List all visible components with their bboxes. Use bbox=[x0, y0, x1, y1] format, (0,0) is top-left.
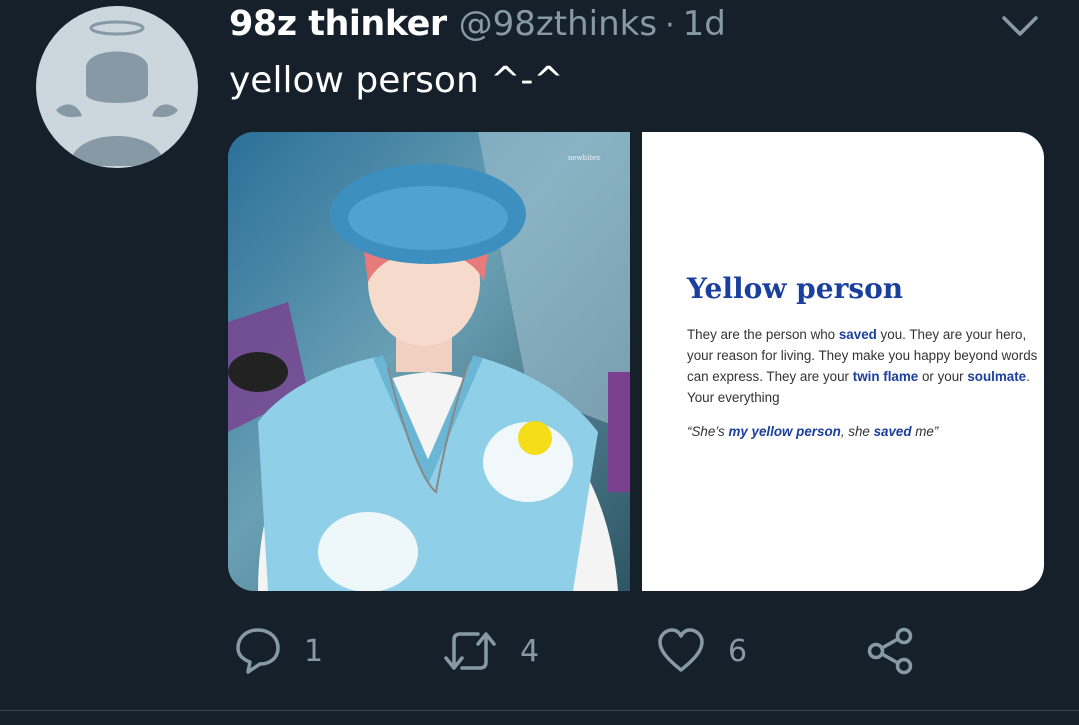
definition-highlight: saved bbox=[838, 327, 877, 342]
tweet-menu-button[interactable] bbox=[998, 10, 1042, 42]
chevron-down-icon bbox=[1002, 16, 1038, 36]
retweet-button[interactable]: 4 bbox=[442, 626, 539, 676]
definition-quote: “She’s my yellow person, she saved me” bbox=[687, 424, 1044, 439]
definition-text: They are the person who bbox=[687, 327, 839, 342]
tweet-text: yellow person ^-^ bbox=[229, 60, 564, 101]
reply-count: 1 bbox=[304, 633, 324, 669]
definition-highlight: twin flame bbox=[852, 369, 919, 384]
share-icon bbox=[867, 627, 913, 675]
retweet-icon bbox=[444, 632, 496, 670]
like-count: 6 bbox=[728, 633, 748, 669]
definition-title: Yellow person bbox=[687, 272, 904, 305]
definition-text: or your bbox=[918, 369, 968, 384]
definition-body: They are the person who saved you. They … bbox=[687, 324, 1044, 408]
tweet-media: newbitex Yellow person They are the pers… bbox=[228, 132, 1044, 591]
media-photo[interactable]: newbitex bbox=[228, 132, 630, 591]
retweet-count: 4 bbox=[520, 633, 540, 669]
reply-button[interactable]: 1 bbox=[234, 626, 323, 676]
divider bbox=[0, 710, 1079, 711]
tweet-actions: 1 4 6 bbox=[0, 620, 1079, 690]
avatar[interactable] bbox=[36, 6, 198, 168]
quote-highlight: saved bbox=[873, 424, 912, 439]
user-handle[interactable]: @98zthinks bbox=[459, 4, 657, 44]
definition-highlight: soulmate bbox=[967, 369, 1027, 384]
media-definition-card[interactable]: Yellow person They are the person who sa… bbox=[642, 132, 1044, 591]
reply-icon bbox=[236, 628, 280, 674]
share-button[interactable] bbox=[866, 626, 916, 676]
quote-highlight: my yellow person bbox=[728, 424, 841, 439]
person-photo-image bbox=[228, 132, 630, 591]
quote-text: “She’s bbox=[687, 424, 729, 439]
display-name[interactable]: 98z thinker bbox=[229, 4, 447, 44]
timestamp[interactable]: 1d bbox=[683, 4, 726, 44]
quote-text: me” bbox=[911, 424, 939, 439]
photo-watermark: newbitex bbox=[568, 154, 601, 162]
separator-dot: · bbox=[665, 8, 675, 43]
quote-text: , she bbox=[840, 424, 874, 439]
default-angel-avatar-icon bbox=[56, 20, 178, 166]
tweet-header: 98z thinker @98zthinks · 1d bbox=[229, 4, 989, 48]
heart-icon bbox=[658, 628, 704, 672]
like-button[interactable]: 6 bbox=[656, 626, 747, 676]
